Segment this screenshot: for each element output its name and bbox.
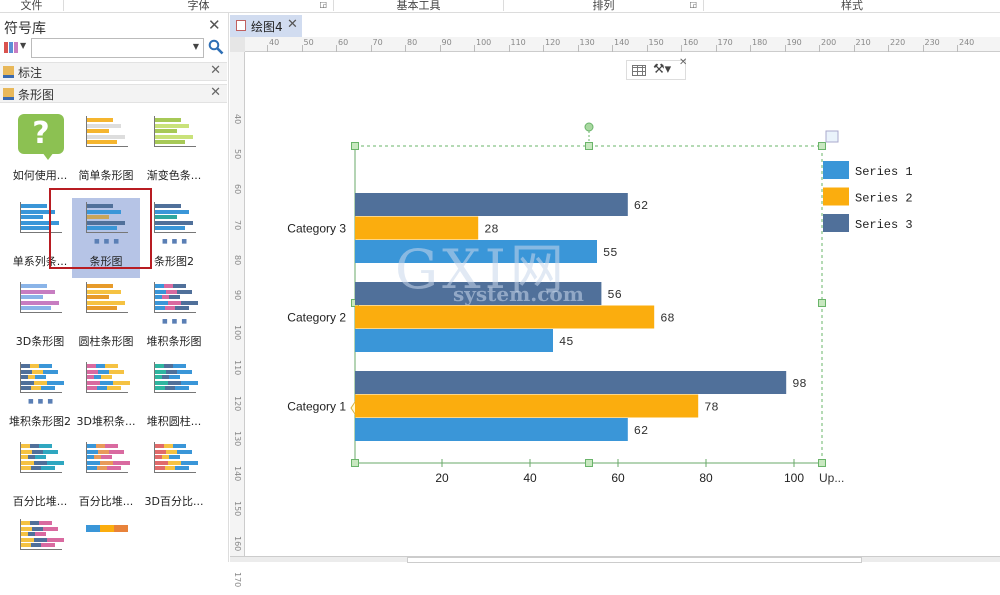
legend-swatch — [823, 214, 849, 232]
rotate-handle[interactable] — [584, 122, 594, 132]
bar[interactable] — [355, 394, 699, 418]
resize-handle[interactable] — [818, 299, 826, 307]
data-label: 56 — [607, 288, 621, 302]
x-tick-label: 60 — [611, 471, 625, 485]
category-label: Category 2 — [287, 311, 346, 325]
resize-handle[interactable] — [818, 459, 826, 467]
bar[interactable] — [355, 329, 553, 352]
x-tick-label: 100 — [784, 471, 804, 485]
x-axis-title: Up... — [819, 471, 844, 485]
resize-handle[interactable] — [351, 459, 359, 467]
bar[interactable] — [355, 371, 787, 394]
bar[interactable] — [355, 418, 628, 441]
data-label: 78 — [704, 401, 718, 415]
bar[interactable] — [355, 305, 655, 329]
x-tick-label: 80 — [699, 471, 713, 485]
legend-swatch — [823, 187, 849, 206]
x-tick-label: 20 — [435, 471, 449, 485]
resize-handle[interactable] — [818, 142, 826, 150]
legend-label: Series 3 — [855, 218, 913, 232]
bar[interactable] — [355, 193, 628, 216]
legend-label: Series 1 — [855, 165, 913, 179]
x-tick-label: 40 — [523, 471, 537, 485]
resize-handle[interactable] — [351, 142, 359, 150]
bar-chart[interactable]: 98 78 62 Category 1 56 68 45 Category 2 62 28 55 Ca… — [0, 0, 1000, 562]
scrollbar-thumb[interactable] — [407, 557, 862, 563]
data-label: 28 — [484, 223, 498, 237]
bar[interactable] — [355, 282, 602, 305]
data-label: 45 — [559, 335, 573, 349]
data-label: 62 — [634, 199, 648, 213]
bar[interactable] — [355, 216, 479, 240]
chart-options-icon[interactable] — [825, 130, 839, 143]
horizontal-scrollbar[interactable] — [230, 556, 1000, 563]
data-label: 55 — [603, 246, 617, 260]
legend-label: Series 2 — [855, 192, 913, 206]
category-label: Category 1 — [287, 400, 346, 414]
resize-handle[interactable] — [585, 459, 593, 467]
resize-handle[interactable] — [585, 142, 593, 150]
data-label: 62 — [634, 424, 648, 438]
category-label: Category 3 — [287, 222, 346, 236]
bar[interactable] — [355, 240, 597, 263]
data-label: 98 — [792, 377, 806, 391]
ruler-label: 170 — [233, 571, 242, 587]
legend-swatch — [823, 161, 849, 179]
data-label: 68 — [660, 312, 674, 326]
